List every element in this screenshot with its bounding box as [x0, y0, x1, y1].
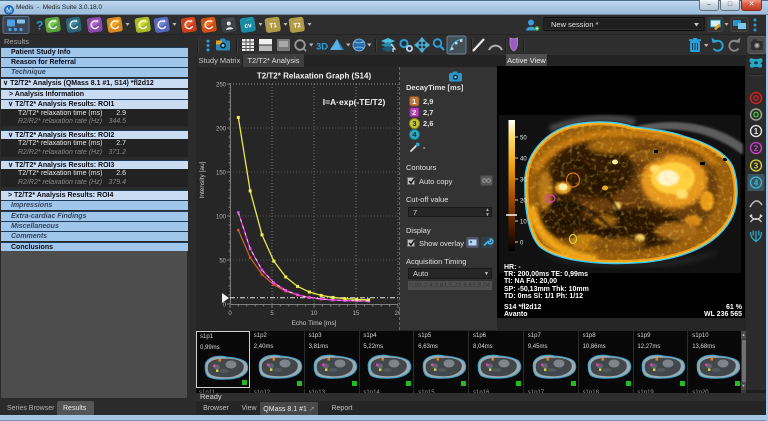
- svg-text:3: 3: [754, 162, 759, 171]
- svg-text:cv: cv: [244, 22, 253, 30]
- svg-text:M: M: [6, 8, 12, 15]
- svg-text:5: 5: [270, 311, 274, 317]
- svg-text:I=A·exp(-TE/T2): I=A·exp(-TE/T2): [323, 97, 386, 107]
- svg-text:Echo Time [ms]: Echo Time [ms]: [292, 320, 337, 327]
- svg-text:50: 50: [219, 259, 226, 265]
- svg-text:T2/T2* Relaxation Graph (S14): T2/T2* Relaxation Graph (S14): [257, 72, 372, 81]
- svg-text:40: 40: [520, 157, 527, 163]
- svg-text:100: 100: [216, 215, 227, 221]
- svg-text:New session *: New session *: [551, 20, 599, 29]
- svg-text:150: 150: [216, 171, 227, 177]
- svg-text:0: 0: [228, 311, 232, 317]
- svg-text:10: 10: [311, 311, 318, 317]
- svg-text:15: 15: [353, 311, 360, 317]
- svg-text:2: 2: [412, 108, 416, 117]
- svg-text:0: 0: [223, 303, 227, 309]
- svg-text:3: 3: [412, 119, 416, 128]
- svg-text:200: 200: [216, 127, 227, 133]
- svg-text:T1: T1: [269, 22, 278, 30]
- svg-text:10: 10: [520, 220, 527, 226]
- svg-text:3D: 3D: [316, 42, 328, 53]
- svg-text:1: 1: [754, 127, 759, 136]
- svg-text:?: ?: [36, 19, 43, 33]
- svg-text:Intensity [au]: Intensity [au]: [199, 161, 206, 198]
- svg-text:50: 50: [520, 136, 527, 142]
- svg-text:2: 2: [754, 144, 759, 153]
- svg-text:T2: T2: [293, 22, 302, 30]
- svg-text:1: 1: [412, 97, 416, 106]
- svg-text:4: 4: [754, 179, 759, 188]
- svg-text:20: 20: [520, 199, 527, 205]
- svg-text:30: 30: [520, 178, 527, 184]
- svg-text:250: 250: [216, 83, 227, 89]
